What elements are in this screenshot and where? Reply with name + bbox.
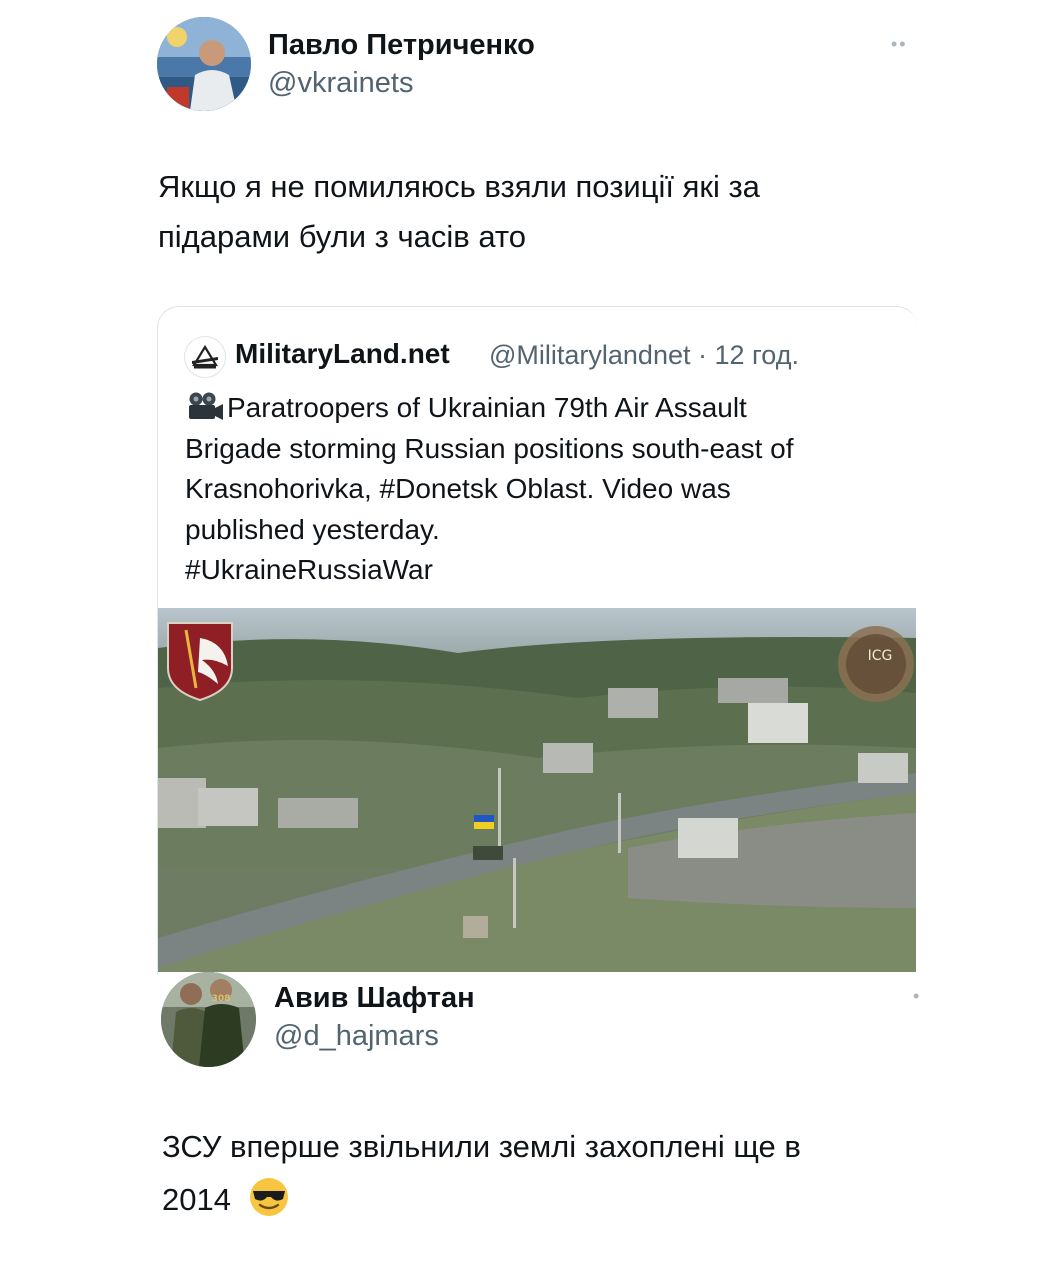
author2-handle[interactable]: @d_hajmars	[274, 1020, 439, 1053]
quoted-author-meta[interactable]: @Militarylandnet · 12 год.	[489, 340, 799, 371]
quoted-text-line: published yesterday.	[185, 513, 440, 545]
militaryland-logo-icon	[192, 344, 218, 369]
quoted-text-line: Krasnohorivka, #Donetsk Oblast. Video wa…	[185, 473, 731, 504]
quoted-tweet-text: Paratroopers of Ukrainian 79th Air Assau…	[185, 388, 905, 591]
more-options-icon[interactable]: •	[913, 986, 921, 1007]
avatar-photo	[157, 17, 251, 111]
movie-camera-icon	[189, 392, 223, 420]
video-frame: ICG	[158, 608, 916, 972]
author2-avatar[interactable]: 308	[161, 972, 256, 1067]
tweet-text: Якщо я не помиляюсь взяли позиції які за…	[158, 162, 978, 262]
sunglasses-emoji-icon	[249, 1178, 288, 1216]
quoted-author-avatar[interactable]	[184, 336, 226, 378]
tweet2-text: ЗСУ вперше звільнили землі захоплені ще …	[162, 1120, 982, 1226]
video-watermark-text: ICG	[868, 648, 893, 664]
tweet2-text-line: 2014	[162, 1182, 231, 1217]
author-handle[interactable]: @vkrainets	[268, 67, 413, 100]
author-name[interactable]: Павло Петриченко	[268, 29, 535, 62]
author-avatar[interactable]	[157, 17, 251, 111]
tweet-text-line: Якщо я не помиляюсь взяли позиції які за	[158, 169, 760, 204]
quoted-author-name[interactable]: MilitaryLand.net	[235, 338, 450, 370]
quoted-text-line: Paratroopers of Ukrainian 79th Air Assau…	[227, 392, 747, 423]
tweet-text-line: підарами були з часів ато	[158, 219, 526, 254]
avatar2-photo: 308	[161, 972, 256, 1067]
quoted-text-line: Brigade storming Russian positions south…	[185, 432, 794, 464]
more-options-icon[interactable]: ••	[891, 34, 908, 55]
author2-name[interactable]: Авив Шафтан	[274, 982, 475, 1015]
video-thumbnail[interactable]: ICG	[158, 608, 916, 972]
hashtag-link[interactable]: #UkraineRussiaWar	[185, 550, 905, 591]
tweet2-text-line: ЗСУ вперше звільнили землі захоплені ще …	[162, 1129, 801, 1164]
patch-text: 308	[212, 994, 231, 1004]
